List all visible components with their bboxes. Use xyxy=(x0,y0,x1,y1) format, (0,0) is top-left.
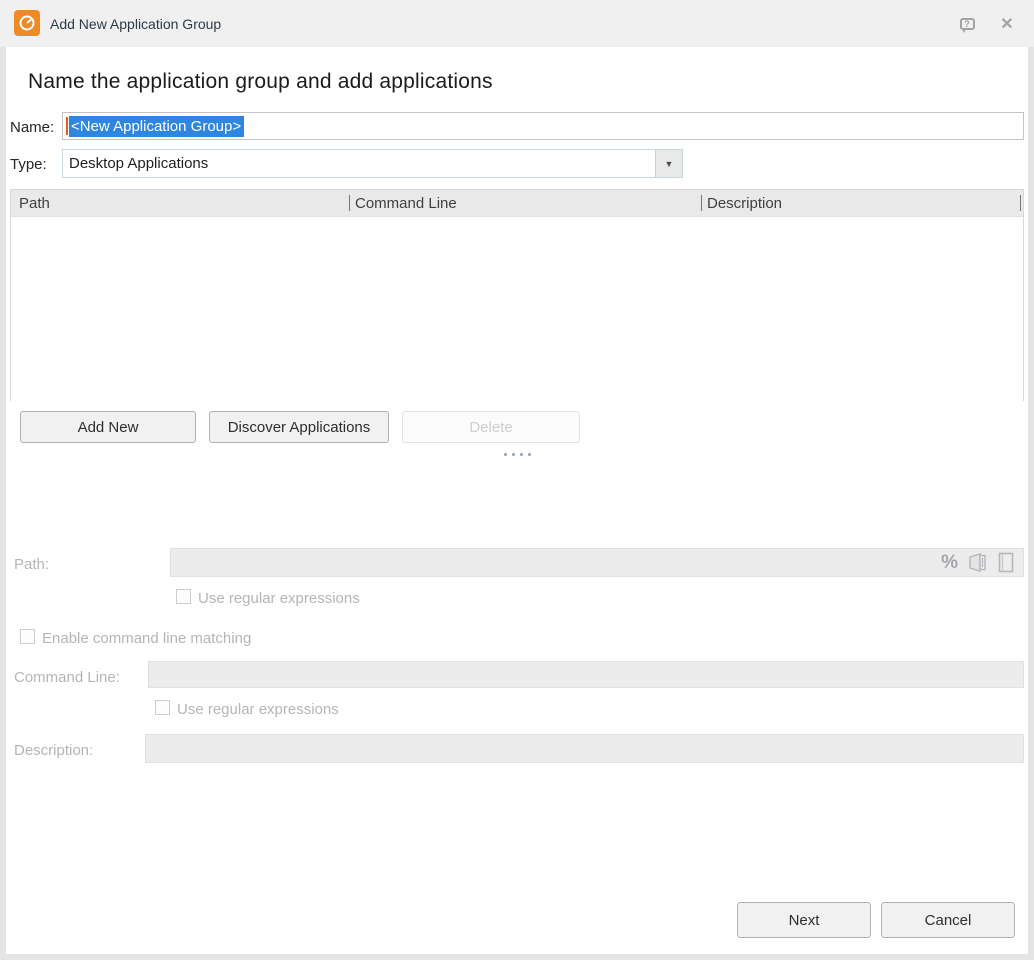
browse-application-icon xyxy=(968,552,988,573)
command-line-field xyxy=(148,661,1024,688)
description-label: Description: xyxy=(14,742,93,759)
insert-variable-icon: % xyxy=(941,553,958,572)
grip-dot xyxy=(512,453,515,456)
window-title: Add New Application Group xyxy=(50,0,221,47)
name-label: Name: xyxy=(10,119,54,136)
column-divider xyxy=(1020,195,1021,211)
column-header-description[interactable]: Description xyxy=(701,190,1020,216)
splitter-grip[interactable] xyxy=(504,453,531,456)
type-dropdown[interactable]: Desktop Applications ▼ xyxy=(62,149,683,178)
column-header-command-line[interactable]: Command Line xyxy=(349,190,701,216)
add-new-button[interactable]: Add New xyxy=(20,411,196,443)
page-title: Name the application group and add appli… xyxy=(28,70,493,94)
grip-dot xyxy=(520,453,523,456)
type-dropdown-value: Desktop Applications xyxy=(63,155,655,172)
application-list[interactable]: Path Command Line Description xyxy=(10,189,1024,401)
column-divider xyxy=(701,195,702,211)
help-button[interactable]: ? xyxy=(954,12,980,36)
dropdown-arrow-button[interactable]: ▼ xyxy=(655,150,682,177)
description-field xyxy=(145,734,1024,763)
use-regular-expressions-cmdline-label: Use regular expressions xyxy=(177,701,339,718)
grip-dot xyxy=(504,453,507,456)
next-button[interactable]: Next xyxy=(737,902,871,938)
type-label: Type: xyxy=(10,156,47,173)
enable-command-line-matching-checkbox xyxy=(20,629,35,644)
grip-dot xyxy=(528,453,531,456)
path-label: Path: xyxy=(14,556,49,573)
path-field: % xyxy=(170,548,1024,577)
dialog-frame-right xyxy=(1028,47,1034,960)
name-input-selected-text: <New Application Group> xyxy=(69,116,244,137)
discover-applications-button[interactable]: Discover Applications xyxy=(209,411,389,443)
close-button[interactable]: ✕ xyxy=(994,12,1020,36)
column-divider xyxy=(349,195,350,211)
chevron-down-icon: ▼ xyxy=(665,159,674,169)
dialog-frame-left xyxy=(0,47,6,960)
browse-file-icon xyxy=(998,552,1015,573)
delete-button: Delete xyxy=(402,411,580,443)
column-header-path[interactable]: Path xyxy=(11,190,349,216)
text-caret xyxy=(66,117,68,135)
name-input[interactable]: <New Application Group> xyxy=(62,112,1024,140)
enable-command-line-matching-label: Enable command line matching xyxy=(42,630,251,647)
application-list-body[interactable] xyxy=(11,217,1023,401)
command-line-label: Command Line: xyxy=(14,669,120,686)
use-regular-expressions-path-checkbox xyxy=(176,589,191,604)
app-gauge-icon xyxy=(14,10,40,36)
help-bubble-icon: ? xyxy=(960,18,975,30)
dialog-frame-bottom xyxy=(0,954,1034,960)
use-regular-expressions-cmdline-checkbox xyxy=(155,700,170,715)
use-regular-expressions-path-label: Use regular expressions xyxy=(198,590,360,607)
application-list-header: Path Command Line Description xyxy=(11,190,1023,217)
cancel-button[interactable]: Cancel xyxy=(881,902,1015,938)
close-icon: ✕ xyxy=(1000,14,1013,34)
